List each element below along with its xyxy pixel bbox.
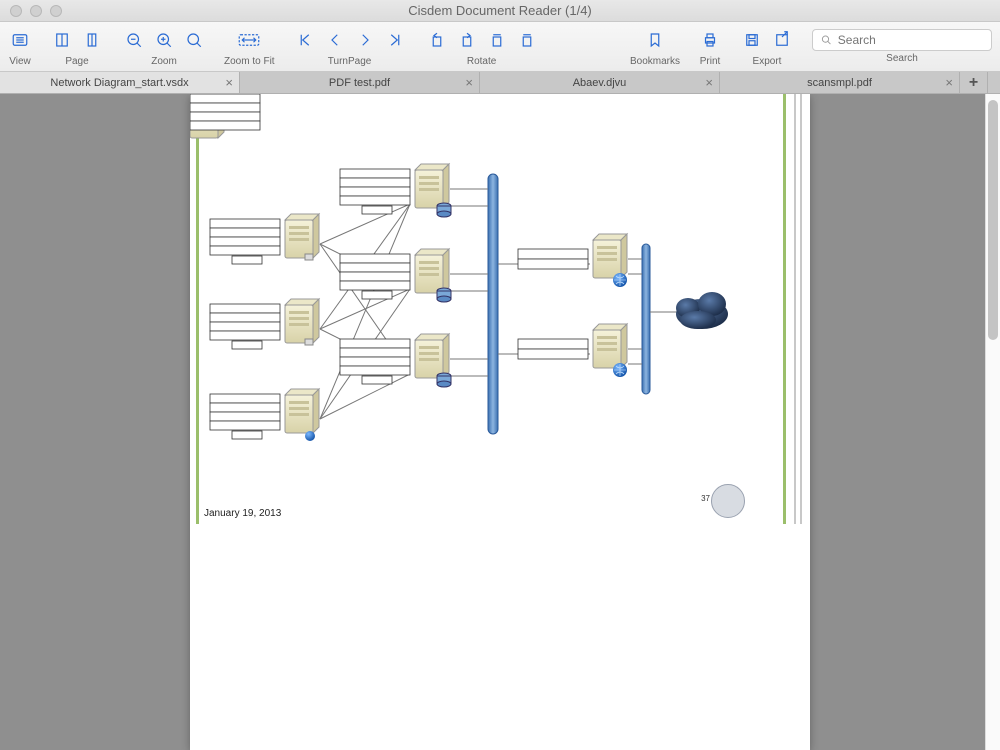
network-diagram: [190, 94, 810, 534]
zoom-in-button[interactable]: [152, 28, 176, 52]
rotate-label: Rotate: [467, 56, 496, 67]
group-turnpage: TurnPage: [293, 26, 407, 67]
vertical-scrollbar[interactable]: [985, 94, 1000, 750]
document-viewport[interactable]: January 19, 2013 37: [0, 94, 1000, 750]
group-page: Page: [50, 26, 104, 67]
tab-scansmpl[interactable]: scansmpl.pdf ×: [720, 72, 960, 93]
document-page: January 19, 2013 37: [190, 94, 810, 750]
group-view: View: [8, 26, 32, 67]
group-bookmarks: Bookmarks: [630, 26, 680, 67]
zoom-to-fit-button[interactable]: [229, 28, 269, 52]
tab-label: scansmpl.pdf: [807, 77, 872, 89]
next-page-button[interactable]: [353, 28, 377, 52]
bookmarks-label: Bookmarks: [630, 56, 680, 67]
close-icon[interactable]: ×: [705, 75, 713, 90]
zoom-label: Zoom: [151, 56, 177, 67]
document-date: January 19, 2013: [204, 508, 281, 519]
tab-pdf-test[interactable]: PDF test.pdf ×: [240, 72, 480, 93]
tab-abaev[interactable]: Abaev.djvu ×: [480, 72, 720, 93]
page-label: Page: [65, 56, 88, 67]
cloud-icon: [676, 292, 728, 329]
new-tab-button[interactable]: +: [960, 72, 988, 93]
save-button[interactable]: [740, 28, 764, 52]
search-label: Search: [886, 53, 918, 64]
prev-page-button[interactable]: [323, 28, 347, 52]
search-field[interactable]: [812, 29, 992, 51]
close-icon[interactable]: ×: [945, 75, 953, 90]
two-page-button[interactable]: [80, 28, 104, 52]
rotate-ccw-button[interactable]: [515, 28, 539, 52]
tab-label: Network Diagram_start.vsdx: [50, 77, 188, 89]
zoom-out-button[interactable]: [122, 28, 146, 52]
server-left-1: [210, 214, 319, 264]
export-button[interactable]: [770, 28, 794, 52]
zoom-window-icon[interactable]: [50, 5, 62, 17]
tabbar: Network Diagram_start.vsdx × PDF test.pd…: [0, 72, 1000, 94]
rotate-left-button[interactable]: [425, 28, 449, 52]
db-server-1: [340, 164, 451, 217]
bookmarks-button[interactable]: [643, 28, 667, 52]
db-server-2: [340, 249, 451, 302]
window-title: Cisdem Document Reader (1/4): [0, 3, 1000, 18]
web-server-2: [518, 324, 627, 377]
group-rotate: Rotate: [425, 26, 539, 67]
close-icon[interactable]: ×: [465, 75, 473, 90]
group-zoom: Zoom: [122, 26, 206, 67]
minimize-window-icon[interactable]: [30, 5, 42, 17]
tab-network-diagram[interactable]: Network Diagram_start.vsdx ×: [0, 72, 240, 93]
turnpage-label: TurnPage: [328, 56, 372, 67]
zoomtofit-label: Zoom to Fit: [224, 56, 275, 67]
view-label: View: [9, 56, 31, 67]
close-icon[interactable]: ×: [225, 75, 233, 90]
page-number-badge: [711, 484, 745, 518]
page-number: 37: [701, 494, 710, 503]
print-button[interactable]: [698, 28, 722, 52]
first-page-button[interactable]: [293, 28, 317, 52]
search-input[interactable]: [838, 33, 983, 47]
tab-label: Abaev.djvu: [573, 77, 627, 89]
group-zoomtofit: Zoom to Fit: [224, 26, 275, 67]
server-left-2: [210, 299, 319, 349]
export-label: Export: [753, 56, 782, 67]
close-window-icon[interactable]: [10, 5, 22, 17]
server-left-3: [210, 389, 319, 441]
last-page-button[interactable]: [383, 28, 407, 52]
zoom-reset-button[interactable]: [182, 28, 206, 52]
window-controls: [0, 5, 62, 17]
scrollbar-thumb[interactable]: [988, 100, 998, 340]
sidebar-toggle-button[interactable]: [8, 28, 32, 52]
group-export: Export: [740, 26, 794, 67]
tab-label: PDF test.pdf: [329, 77, 390, 89]
single-page-button[interactable]: [50, 28, 74, 52]
group-print: Print: [698, 26, 722, 67]
rotate-right-button[interactable]: [455, 28, 479, 52]
toolbar: View Page Zoom Zoom to Fit TurnPage: [0, 22, 1000, 72]
db-server-3: [340, 334, 451, 387]
rotate-cw-button[interactable]: [485, 28, 509, 52]
print-label: Print: [700, 56, 721, 67]
titlebar: Cisdem Document Reader (1/4): [0, 0, 1000, 22]
search-icon: [821, 34, 832, 46]
group-search: Search: [812, 29, 992, 64]
web-server-1: [518, 234, 627, 287]
